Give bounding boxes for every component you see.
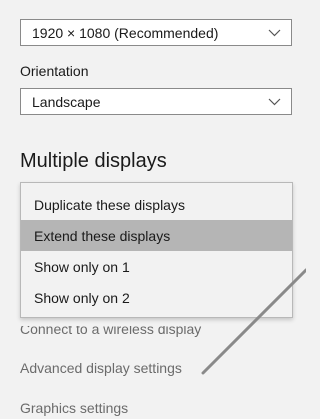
orientation-dropdown[interactable]: Landscape bbox=[20, 88, 292, 115]
menu-item-show-only-1[interactable]: Show only on 1 bbox=[21, 251, 292, 282]
menu-item-extend[interactable]: Extend these displays bbox=[21, 220, 292, 251]
chevron-down-icon bbox=[267, 97, 281, 107]
advanced-display-settings-link[interactable]: Advanced display settings bbox=[20, 360, 182, 376]
orientation-label: Orientation bbox=[20, 63, 89, 79]
chevron-down-icon bbox=[267, 28, 281, 38]
menu-item-show-only-2[interactable]: Show only on 2 bbox=[21, 282, 292, 313]
multiple-displays-heading: Multiple displays bbox=[20, 150, 167, 172]
orientation-value: Landscape bbox=[32, 93, 101, 110]
connect-wireless-display-link[interactable]: Connect to a wireless display bbox=[20, 326, 201, 337]
menu-item-duplicate[interactable]: Duplicate these displays bbox=[21, 189, 292, 220]
multiple-displays-menu: Duplicate these displays Extend these di… bbox=[20, 182, 293, 318]
graphics-settings-link[interactable]: Graphics settings bbox=[20, 400, 128, 416]
resolution-value: 1920 × 1080 (Recommended) bbox=[32, 24, 219, 41]
resolution-dropdown[interactable]: 1920 × 1080 (Recommended) bbox=[20, 19, 292, 46]
